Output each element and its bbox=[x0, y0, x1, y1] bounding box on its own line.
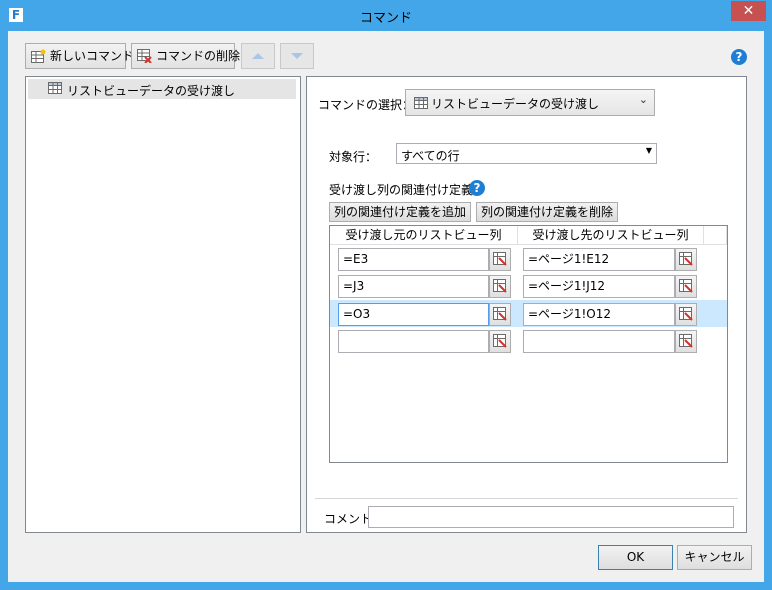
comment-input[interactable] bbox=[368, 506, 734, 528]
column-picker-icon bbox=[493, 334, 507, 348]
source-cell-input[interactable]: =O3 bbox=[338, 303, 489, 326]
delete-grid-icon bbox=[137, 49, 152, 63]
target-cell-input[interactable]: =ページ1!J12 bbox=[523, 275, 675, 298]
ok-button[interactable]: OK bbox=[598, 545, 673, 570]
column-picker-icon bbox=[679, 252, 693, 266]
target-cell-input[interactable]: =ページ1!O12 bbox=[523, 303, 675, 326]
command-list-item[interactable]: リストビューデータの受け渡し bbox=[28, 79, 296, 99]
title-bar[interactable]: F コマンド ✕ bbox=[0, 0, 772, 31]
move-down-button[interactable] bbox=[280, 43, 314, 69]
divider bbox=[315, 498, 738, 499]
command-list[interactable]: リストビューデータの受け渡し bbox=[25, 76, 301, 533]
source-pick-button[interactable] bbox=[489, 330, 511, 353]
target-pick-button[interactable] bbox=[675, 275, 697, 298]
target-pick-button[interactable] bbox=[675, 330, 697, 353]
source-pick-button[interactable] bbox=[489, 303, 511, 326]
target-pick-button[interactable] bbox=[675, 248, 697, 271]
source-cell-input[interactable]: =E3 bbox=[338, 248, 489, 271]
column-header-filler bbox=[704, 226, 727, 245]
cancel-button[interactable]: キャンセル bbox=[677, 545, 752, 570]
mapping-section-label: 受け渡し列の関連付け定義 bbox=[329, 183, 474, 197]
column-picker-icon bbox=[679, 279, 693, 293]
grid-icon bbox=[414, 97, 428, 109]
move-up-button[interactable] bbox=[241, 43, 275, 69]
comment-label: コメント bbox=[324, 512, 373, 526]
target-row-value: すべての行 bbox=[401, 149, 460, 163]
column-picker-icon bbox=[493, 279, 507, 293]
dropdown-arrow-icon: ▼ bbox=[645, 146, 652, 155]
grid-icon bbox=[48, 82, 62, 94]
source-pick-button[interactable] bbox=[489, 275, 511, 298]
target-cell-input[interactable] bbox=[523, 330, 675, 353]
delete-command-label: コマンドの削除 bbox=[156, 49, 241, 63]
dialog-client-area: 新しいコマンド コマンドの削除 ? リストビューデータの受け渡し コマンドの選択… bbox=[8, 31, 764, 582]
command-select-dropdown[interactable]: リストビューデータの受け渡し ⌄ bbox=[405, 89, 655, 116]
add-mapping-button[interactable]: 列の関連付け定義を追加 bbox=[329, 202, 472, 222]
column-picker-icon bbox=[493, 307, 507, 321]
command-list-item-label: リストビューデータの受け渡し bbox=[67, 84, 236, 98]
command-select-value: リストビューデータの受け渡し bbox=[431, 97, 600, 111]
source-pick-button[interactable] bbox=[489, 248, 511, 271]
column-picker-icon bbox=[679, 334, 693, 348]
column-picker-icon bbox=[679, 307, 693, 321]
source-cell-input[interactable]: =J3 bbox=[338, 275, 489, 298]
window-title: コマンド bbox=[359, 11, 412, 26]
column-header-source: 受け渡し元のリストビュー列 bbox=[330, 226, 518, 245]
new-command-button[interactable]: 新しいコマンド bbox=[25, 43, 134, 69]
command-settings-panel: コマンドの選択： リストビューデータの受け渡し ⌄ 対象行： すべての行 ▼ 受… bbox=[306, 76, 747, 533]
table-row[interactable] bbox=[330, 327, 727, 354]
target-pick-button[interactable] bbox=[675, 303, 697, 326]
command-select-label: コマンドの選択： bbox=[318, 98, 415, 112]
new-grid-icon bbox=[31, 49, 46, 63]
table-row-selected[interactable]: =O3 =ページ1!O12 bbox=[330, 300, 727, 327]
command-dialog: F コマンド ✕ 新しいコマンド コマンドの削除 ? リストビューデータの受け渡… bbox=[0, 0, 772, 590]
mapping-grid: 受け渡し元のリストビュー列 受け渡し先のリストビュー列 =E3 =ページ1!E1… bbox=[329, 225, 728, 463]
close-button[interactable]: ✕ bbox=[731, 1, 766, 21]
delete-mapping-button[interactable]: 列の関連付け定義を削除 bbox=[476, 202, 619, 222]
target-row-select[interactable]: すべての行 ▼ bbox=[396, 143, 657, 164]
target-cell-input[interactable]: =ページ1!E12 bbox=[523, 248, 675, 271]
table-row[interactable]: =J3 =ページ1!J12 bbox=[330, 272, 727, 299]
up-arrow-icon bbox=[252, 53, 264, 59]
source-cell-input[interactable] bbox=[338, 330, 489, 353]
new-command-label: 新しいコマンド bbox=[50, 49, 135, 63]
target-row-label: 対象行： bbox=[329, 150, 378, 164]
delete-command-button[interactable]: コマンドの削除 bbox=[131, 43, 240, 69]
mapping-help-icon[interactable]: ? bbox=[469, 180, 485, 196]
table-row[interactable]: =E3 =ページ1!E12 bbox=[330, 245, 727, 272]
column-header-target: 受け渡し先のリストビュー列 bbox=[518, 226, 704, 245]
help-icon[interactable]: ? bbox=[731, 49, 747, 65]
down-arrow-icon bbox=[291, 53, 303, 59]
column-picker-icon bbox=[493, 252, 507, 266]
chevron-down-icon: ⌄ bbox=[638, 93, 648, 106]
